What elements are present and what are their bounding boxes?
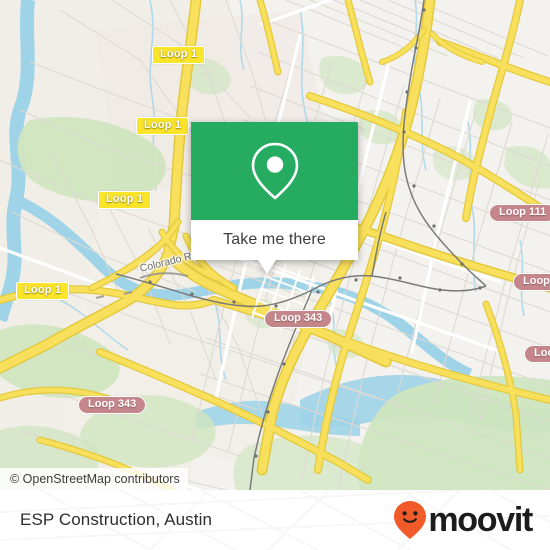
road-shield-loop1-d: Loop 1 (16, 282, 70, 300)
road-shield-loop-partial: Loop (524, 345, 550, 363)
road-shield-loop1-a: Loop 1 (152, 46, 206, 64)
osm-attribution[interactable]: © OpenStreetMap contributors (0, 468, 188, 490)
place-name-label: ESP Construction, Austin (20, 510, 213, 529)
map-screenshot: Loop 1 Loop 1 Loop 1 Loop 1 Loop 111 Loo… (0, 0, 550, 550)
road-shield-loop1-e: Loop 1 (513, 273, 550, 291)
bottom-info-bar: ESP Construction, Austin moovit (0, 490, 550, 550)
map-canvas[interactable]: Loop 1 Loop 1 Loop 1 Loop 1 Loop 111 Loo… (0, 0, 550, 490)
place-popup-card[interactable]: Take me there (191, 122, 358, 274)
popup-pin-panel (191, 122, 358, 220)
road-shield-loop1-b: Loop 1 (136, 117, 190, 135)
map-pin-icon (251, 142, 298, 200)
moovit-logo[interactable]: moovit (393, 500, 533, 540)
road-shield-loop111: Loop 111 (489, 204, 550, 222)
popup-cta-label: Take me there (223, 231, 326, 248)
osm-attribution-text: © OpenStreetMap contributors (10, 472, 180, 486)
road-shield-loop343-a: Loop 343 (264, 310, 333, 328)
road-shield-loop343-b: Loop 343 (78, 396, 147, 414)
road-shield-loop1-c: Loop 1 (98, 191, 152, 209)
moovit-pin-icon (394, 501, 427, 539)
popup-pointer-tail (258, 260, 276, 274)
popup-cta-bar[interactable]: Take me there (191, 220, 358, 260)
moovit-wordmark: moovit (428, 501, 533, 539)
